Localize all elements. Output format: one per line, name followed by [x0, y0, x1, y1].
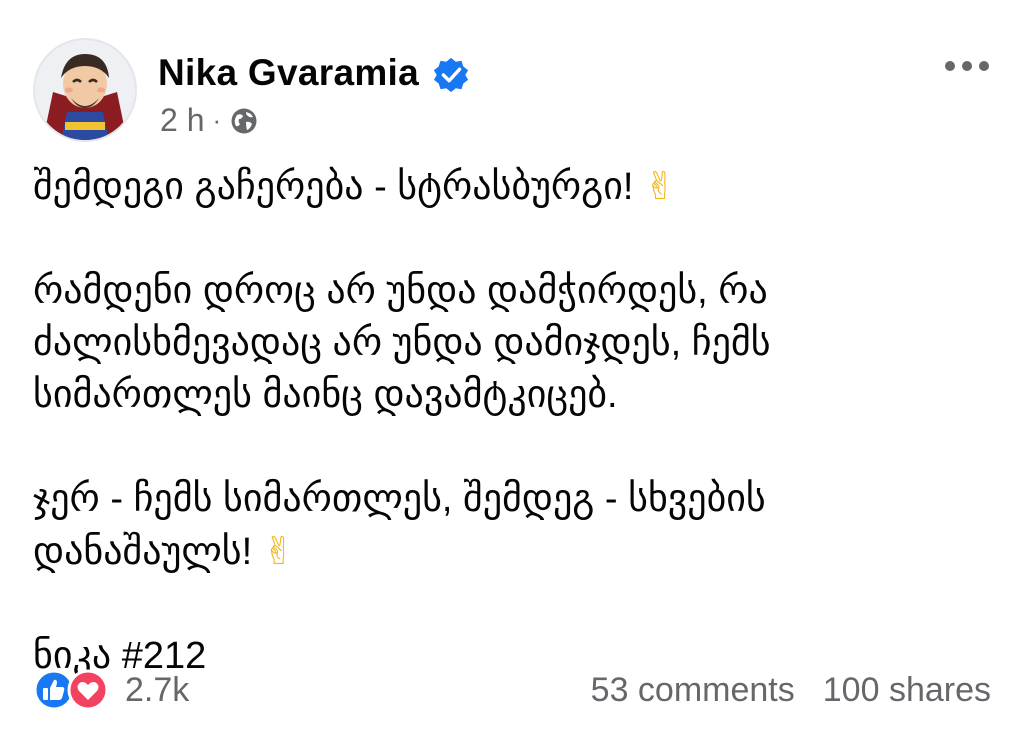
reaction-count[interactable]: 2.7k	[125, 671, 189, 710]
post-time[interactable]: 2 h	[160, 102, 204, 139]
meta-separator: ·	[212, 105, 222, 135]
post-meta: 2 h ·	[160, 102, 259, 139]
love-icon	[67, 669, 109, 711]
post-line-text: ძალისხმევადაც არ უნდა დამიჯდეს, ჩემს	[33, 322, 771, 364]
comments-count[interactable]: 53 comments	[591, 671, 795, 710]
facebook-post: Nika Gvaramia 2 h · შემდეგი გაჩერება - ს…	[0, 0, 1024, 738]
post-line-text: რამდენი დროც არ უნდა დამჭირდეს, რა	[33, 270, 768, 312]
post-paragraph: ჯერ - ჩემს სიმართლეს, შემდეგ - სხვების და…	[33, 473, 993, 578]
post-line-text: სიმართლეს მაინც დავამტკიცებ.	[33, 374, 618, 416]
post-line-text: დანაშაულს!	[33, 531, 253, 573]
more-options-icon[interactable]	[943, 56, 991, 76]
post-paragraph: რამდენი დროც არ უნდა დამჭირდეს, რა ძალისხ…	[33, 265, 993, 421]
reaction-icons[interactable]	[33, 667, 119, 713]
victory-hand-emoji: ✌	[262, 529, 295, 573]
post-line-text: ჯერ - ჩემს სიმართლეს, შემდეგ - სხვების	[33, 478, 766, 520]
victory-hand-emoji: ✌	[644, 164, 676, 208]
post-line: ძალისხმევადაც არ უნდა დამიჯდეს, ჩემს	[33, 317, 993, 369]
post-line: დანაშაულს! ✌	[33, 525, 993, 578]
author-name[interactable]: Nika Gvaramia	[158, 52, 419, 94]
post-line: შემდეგი გაჩერება - სტრასბურგი! ✌	[33, 160, 993, 213]
post-text: შემდეგი გაჩერება - სტრასბურგი! ✌ რამდენი …	[33, 160, 993, 682]
post-line: სიმართლეს მაინც დავამტკიცებ.	[33, 369, 993, 421]
verified-badge-icon	[433, 57, 469, 93]
avatar-illustration	[43, 54, 127, 140]
post-paragraph: შემდეგი გაჩერება - სტრასბურგი! ✌	[33, 160, 993, 213]
post-footer: 2.7k 53 comments 100 shares	[33, 665, 991, 715]
avatar[interactable]	[33, 38, 137, 142]
post-line: ჯერ - ჩემს სიმართლეს, შემდეგ - სხვების	[33, 473, 993, 525]
globe-icon[interactable]	[229, 106, 259, 136]
shares-count[interactable]: 100 shares	[823, 671, 991, 710]
post-line: რამდენი დროც არ უნდა დამჭირდეს, რა	[33, 265, 993, 317]
post-line-text: შემდეგი გაჩერება - სტრასბურგი!	[33, 166, 634, 208]
